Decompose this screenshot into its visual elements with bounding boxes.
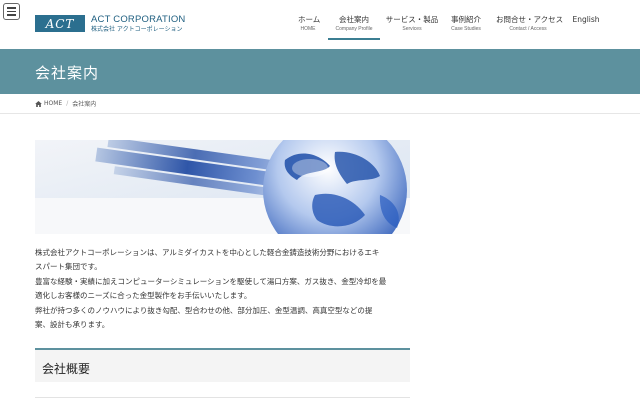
nav-sublabel: Case Studies: [451, 25, 481, 32]
nav-label: 会社案内: [339, 15, 369, 24]
nav-item-english[interactable]: English: [572, 16, 600, 24]
hamburger-icon-bar: [7, 14, 16, 16]
nav-label: ホーム: [298, 15, 321, 24]
company-intro-text: 株式会社アクトコーポレーションは、アルミダイカストを中心とした軽合金鋳造技術分野…: [35, 246, 415, 332]
nav-sublabel: Company Profile: [335, 25, 373, 32]
intro-line: スパート集団です。: [35, 262, 102, 272]
breadcrumb: HOME / 会社案内: [0, 94, 640, 114]
hero-image: [35, 140, 410, 234]
page-title-banner: 会社案内: [0, 49, 640, 94]
nav-label: サービス・製品: [385, 15, 439, 24]
company-overview-section: 会社概要: [35, 348, 410, 382]
nav-item-case-studies[interactable]: 事例紹介 Case Studies: [450, 16, 482, 32]
nav-label: お問合せ・アクセス: [496, 15, 564, 24]
breadcrumb-home-link[interactable]: HOME: [44, 100, 62, 107]
breadcrumb-separator: /: [66, 100, 69, 107]
nav-item-contact[interactable]: お問合せ・アクセス Contact / Access: [496, 15, 564, 32]
nav-sublabel: Contact / Access: [509, 25, 547, 32]
main-nav: ホーム HOME 会社案内 Company Profile サービス・製品 Se…: [0, 16, 640, 46]
menu-toggle-button[interactable]: [3, 3, 20, 20]
nav-item-services[interactable]: サービス・製品 Services: [385, 16, 439, 32]
intro-line: 適化しお客様のニーズに合った金型製作をお手伝いいたします。: [35, 291, 252, 301]
home-icon: [35, 100, 42, 107]
site-header: ACT ACT CORPORATION 株式会社 アクトコーポレーション ホーム…: [0, 0, 640, 48]
page-title: 会社案内: [35, 64, 100, 82]
breadcrumb-current: 会社案内: [72, 101, 97, 108]
nav-item-company-profile[interactable]: 会社案内 Company Profile: [328, 15, 380, 39]
nav-label: English: [572, 15, 600, 24]
nav-sublabel: Services: [402, 25, 422, 32]
nav-item-home[interactable]: ホーム HOME: [298, 15, 321, 32]
intro-line: 弊社が持つ多くのノウハウにより抜き勾配、型合わせの他、部分加圧、金型温調、高真空…: [35, 305, 373, 315]
intro-line: 豊富な経験・実績に加えコンピューターシミュレーションを駆使して湯口方案、ガス抜き…: [35, 276, 387, 286]
nav-label: 事例紹介: [451, 15, 481, 24]
hero-globe-illustration: [35, 140, 410, 234]
divider: [35, 397, 410, 398]
intro-line: 案、設計も承ります。: [35, 320, 110, 330]
section-heading: 会社概要: [42, 362, 91, 376]
intro-line: 株式会社アクトコーポレーションは、アルミダイカストを中心とした軽合金鋳造技術分野…: [35, 248, 380, 257]
hamburger-icon: [7, 7, 16, 9]
nav-sublabel: HOME: [300, 25, 316, 32]
hamburger-icon-bar: [7, 10, 16, 13]
